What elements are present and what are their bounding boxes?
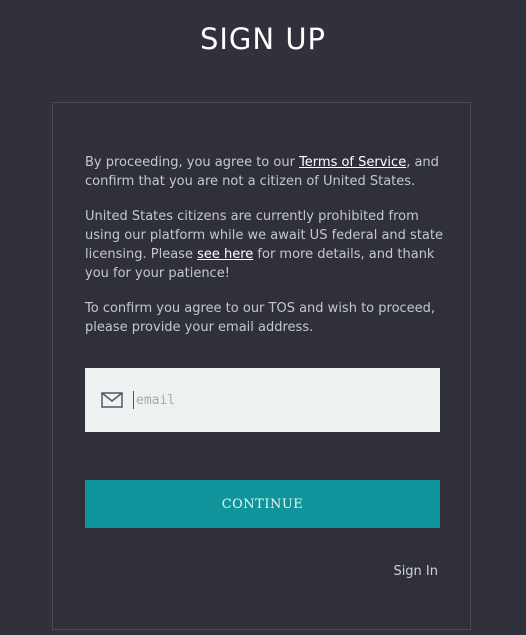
- terms-of-service-link[interactable]: Terms of Service: [299, 155, 406, 170]
- page-title: SIGN UP: [199, 22, 327, 56]
- continue-button[interactable]: CONTINUE: [85, 480, 440, 528]
- signup-card: By proceeding, you agree to our Terms of…: [52, 102, 471, 630]
- sign-in-link[interactable]: Sign In: [393, 564, 438, 579]
- us-citizens-notice: United States citizens are currently pro…: [85, 207, 445, 283]
- email-instructions: To confirm you agree to our TOS and wish…: [85, 301, 436, 335]
- tos-agreement-text: By proceeding, you agree to our Terms of…: [85, 153, 445, 191]
- see-here-link[interactable]: see here: [197, 247, 253, 262]
- email-input[interactable]: [133, 391, 418, 409]
- mail-icon: [101, 392, 123, 408]
- tos-text-before: By proceeding, you agree to our: [85, 155, 300, 170]
- email-field-container[interactable]: [85, 368, 440, 432]
